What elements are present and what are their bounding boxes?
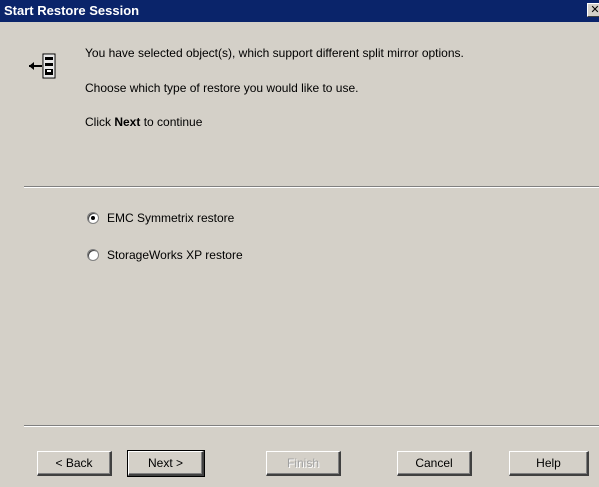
radio-option-storageworks-xp[interactable]: StorageWorks XP restore <box>87 247 243 263</box>
close-button[interactable]: ✕ <box>587 3 599 17</box>
message-line-3: Click Next to continue <box>85 115 202 129</box>
radio-option-emc-symmetrix[interactable]: EMC Symmetrix restore <box>87 210 234 226</box>
title-bar: Start Restore Session ✕ <box>0 0 599 22</box>
message-line-3-prefix: Click <box>85 115 115 129</box>
radio-button-emc-symmetrix[interactable] <box>87 212 99 224</box>
finish-button[interactable]: Finish <box>266 451 341 476</box>
separator-bottom <box>24 425 599 427</box>
restore-arrow-disk-icon <box>29 53 56 79</box>
back-button[interactable]: < Back <box>37 451 112 476</box>
radio-label-storageworks-xp: StorageWorks XP restore <box>107 248 243 262</box>
message-line-1: You have selected object(s), which suppo… <box>85 46 464 60</box>
message-line-2: Choose which type of restore you would l… <box>85 81 359 95</box>
radio-button-storageworks-xp[interactable] <box>87 249 99 261</box>
message-line-3-bold: Next <box>114 115 141 129</box>
separator-top <box>24 186 599 188</box>
window-title: Start Restore Session <box>4 3 140 18</box>
radio-label-emc-symmetrix: EMC Symmetrix restore <box>107 211 235 225</box>
help-button[interactable]: Help <box>509 451 589 476</box>
cancel-button[interactable]: Cancel <box>397 451 472 476</box>
message-line-3-suffix: to continue <box>140 115 203 129</box>
close-icon: ✕ <box>590 3 599 16</box>
next-button[interactable]: Next > <box>127 450 205 477</box>
